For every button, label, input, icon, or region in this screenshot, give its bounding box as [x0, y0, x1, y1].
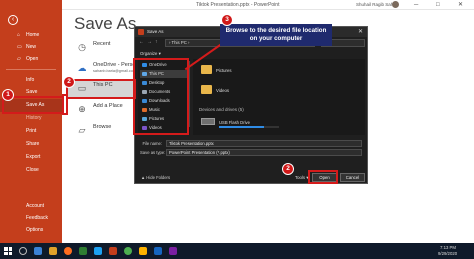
file-name-field[interactable]: Tiktok Presentation.pptx [166, 140, 362, 147]
save-type-select[interactable]: PowerPoint Presentation (*.pptx) [166, 149, 362, 156]
folder-label: Pictures [216, 68, 232, 73]
back-icon[interactable]: ← [139, 39, 144, 45]
rail-item-label: History [26, 115, 42, 121]
title-bar: Tiktok Presentation.pptx - PowerPoint Sh… [0, 0, 474, 10]
highlight-this-pc [66, 79, 136, 99]
rail-item-close[interactable]: Close [0, 164, 62, 177]
close-icon[interactable]: ✕ [458, 1, 463, 9]
clock-time[interactable]: 7:13 PM [440, 245, 456, 250]
rail-divider [6, 69, 56, 70]
rail-item-label: Feedback [26, 215, 48, 221]
drive-label: USB Flash Drive [219, 120, 250, 125]
powerpoint-icon[interactable] [109, 247, 117, 255]
app-icon[interactable] [79, 247, 87, 255]
rail-item-label: New [26, 44, 37, 50]
cancel-button[interactable]: Cancel [340, 173, 365, 182]
rail-item-options[interactable]: Options [0, 224, 62, 237]
highlight-navigation-pane [133, 58, 189, 135]
rail-item-label: Account [26, 203, 45, 209]
app-icon[interactable] [169, 247, 177, 255]
location-label: Add a Place [93, 103, 123, 109]
onedrive-cloud-icon: ☁ [77, 63, 87, 73]
organize-menu[interactable]: Organize ▾ [140, 51, 161, 57]
backstage-rail: ‹ ⌂ Home ▭ New ▱ Open Info Save Save As His… [0, 0, 62, 243]
step-badge-1: 1 [2, 89, 14, 101]
step-badge-2: 2 [63, 76, 75, 88]
location-label: Browse [93, 124, 112, 130]
folder-icon [201, 65, 212, 74]
document-title: Tiktok Presentation.pptx - PowerPoint [196, 2, 280, 8]
rail-item-open[interactable]: ▱ Open [0, 53, 62, 66]
back-arrow-icon[interactable]: ‹ [8, 15, 18, 25]
rail-item-label: Close [26, 167, 39, 173]
step-badge-3: 3 [221, 14, 233, 26]
rail-item-label: Info [26, 77, 35, 83]
save-type-label: Save as type: [140, 150, 166, 155]
file-explorer-icon[interactable] [49, 247, 57, 255]
rail-item-label: Options [26, 227, 44, 233]
usb-drive-icon [201, 118, 215, 125]
clock-date[interactable]: 9/29/2020 [438, 251, 457, 256]
rail-item-label: Print [26, 128, 37, 134]
usb-drive[interactable]: USB Flash Drive [201, 115, 281, 129]
highlight-open-button [308, 170, 338, 184]
open-folder-icon: ▱ [17, 56, 21, 62]
tools-menu[interactable]: Tools ▾ [295, 175, 308, 181]
file-name-label: File name: [142, 141, 162, 146]
dialog-close-icon[interactable]: ✕ [358, 28, 363, 36]
app-icon[interactable] [139, 247, 147, 255]
rail-item-label: Home [26, 32, 40, 38]
location-onedrive[interactable]: ☁ OneDrive - Personal sahanb.baria@gmail… [66, 59, 143, 79]
location-add-place[interactable]: ⊕ Add a Place [66, 100, 136, 120]
windows-start-icon[interactable] [4, 247, 12, 255]
location-browse[interactable]: ▱ Browse [66, 121, 136, 141]
edge-icon[interactable] [34, 247, 42, 255]
minimize-icon[interactable]: ─ [414, 1, 418, 9]
folder-icon [201, 85, 212, 94]
folder-label: Videos [216, 88, 230, 93]
chrome-icon[interactable] [124, 247, 132, 255]
page-title: Save As [74, 14, 137, 33]
globe-icon: ⊕ [78, 104, 86, 114]
location-recent[interactable]: ◷ Recent [66, 38, 136, 58]
folder-pictures[interactable]: Pictures [201, 63, 291, 77]
word-icon[interactable] [154, 247, 162, 255]
avatar[interactable] [392, 1, 399, 8]
screen: Tiktok Presentation.pptx - PowerPoint Sh… [0, 0, 474, 259]
rail-item-share[interactable]: Share [0, 138, 62, 151]
up-icon[interactable]: ↑ [155, 39, 158, 45]
search-icon[interactable] [19, 247, 27, 255]
drive-usage-bar [219, 126, 279, 128]
rail-item-print[interactable]: Print [0, 125, 62, 138]
rail-item-label: Export [26, 154, 41, 160]
folder-icon: ▱ [78, 125, 86, 135]
hide-folders-toggle[interactable]: ▲ Hide Folders [141, 175, 170, 180]
rail-item-label: Save [26, 89, 38, 95]
forward-icon[interactable]: → [147, 39, 152, 45]
step-badge-2b: 2 [282, 163, 294, 175]
rail-item-label: Open [26, 56, 39, 62]
instruction-callout: Browse to the desired file location on y… [220, 24, 332, 46]
devices-group-header: Devices and drives (5) [199, 107, 244, 112]
rail-item-label: Share [26, 141, 40, 147]
taskbar: 7:13 PM 9/29/2020 [0, 243, 474, 259]
drive-usage-fill [219, 126, 264, 128]
rail-item-export[interactable]: Export [0, 151, 62, 164]
firefox-icon[interactable] [64, 247, 72, 255]
maximize-icon[interactable]: □ [436, 1, 440, 9]
folder-videos[interactable]: Videos [201, 83, 291, 97]
app-icon[interactable] [94, 247, 102, 255]
folder-content-pane: Pictures Videos Devices and drives (5) U… [193, 59, 365, 135]
dialog-title: Save As [147, 29, 164, 34]
location-sub: sahanb.baria@gmail.com [93, 69, 137, 73]
clock-icon: ◷ [78, 42, 86, 52]
location-label: Recent [93, 41, 111, 47]
powerpoint-icon [138, 29, 144, 35]
